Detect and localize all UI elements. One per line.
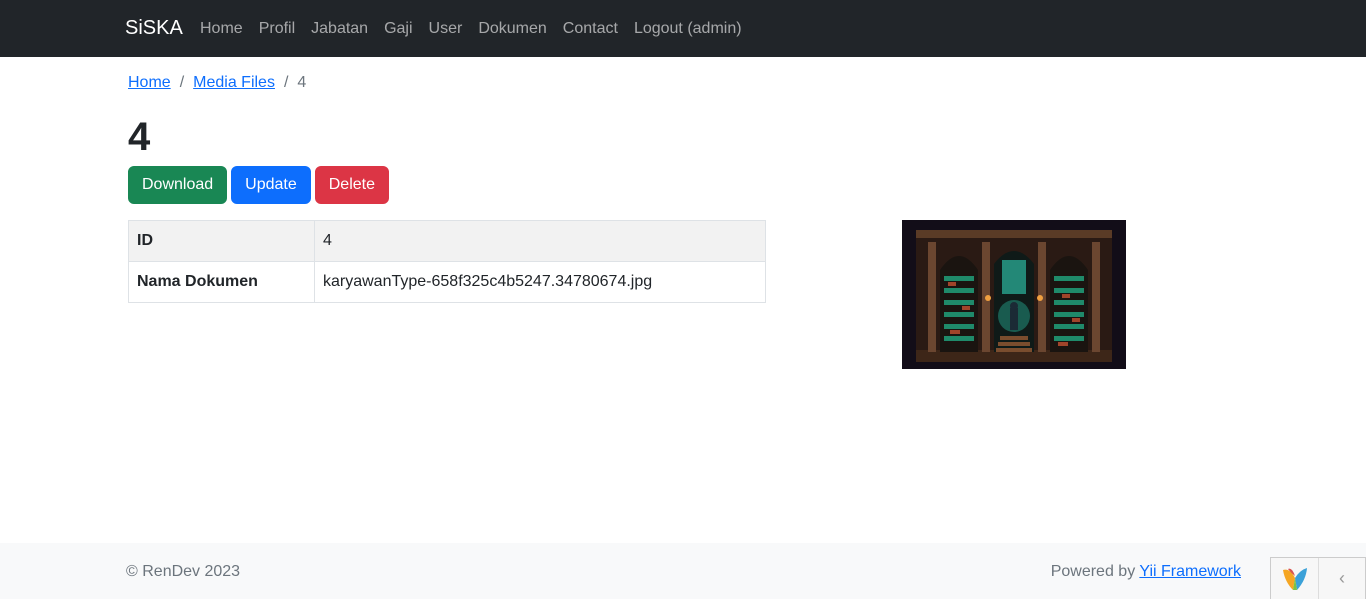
debug-toolbar: ‹ — [1270, 557, 1366, 599]
update-button[interactable]: Update — [231, 166, 311, 204]
action-buttons: Download Update Delete — [128, 166, 389, 204]
navbar: SiSKA Home Profil Jabatan Gaji User Doku… — [0, 0, 1366, 57]
library-illustration — [902, 220, 1126, 369]
detail-label: Nama Dokumen — [128, 261, 315, 303]
detail-table: ID 4 Nama Dokumen karyawanType-658f325c4… — [128, 220, 766, 303]
nav-item-profil[interactable]: Profil — [251, 20, 303, 38]
nav-item-jabatan[interactable]: Jabatan — [303, 20, 376, 38]
document-preview-image — [902, 220, 1126, 369]
nav-item-user[interactable]: User — [421, 20, 471, 38]
breadcrumb-media-files-link[interactable]: Media Files — [193, 74, 275, 92]
nav-item-dokumen[interactable]: Dokumen — [470, 20, 554, 38]
breadcrumb-current: 4 — [297, 74, 307, 91]
nav-item-gaji[interactable]: Gaji — [376, 20, 420, 38]
detail-value: karyawanType-658f325c4b5247.34780674.jpg — [314, 261, 766, 303]
footer-powered-by: Powered by Yii Framework — [1051, 563, 1241, 581]
footer: © RenDev 2023 Powered by Yii Framework — [0, 543, 1366, 599]
detail-label: ID — [128, 220, 315, 262]
nav-item-home[interactable]: Home — [192, 20, 251, 38]
nav-menu: Home Profil Jabatan Gaji User Dokumen Co… — [192, 0, 750, 57]
footer-copyright: © RenDev 2023 — [126, 563, 241, 580]
table-row: Nama Dokumen karyawanType-658f325c4b5247… — [128, 261, 766, 303]
breadcrumb-separator: / — [179, 74, 185, 91]
nav-item-contact[interactable]: Contact — [555, 20, 626, 38]
table-row: ID 4 — [128, 220, 766, 262]
download-button[interactable]: Download — [128, 166, 228, 204]
chevron-left-icon[interactable]: ‹ — [1319, 558, 1365, 599]
powered-by-label: Powered by — [1050, 563, 1136, 580]
page-title: 4 — [128, 115, 151, 159]
detail-value: 4 — [314, 220, 766, 262]
yii-framework-link[interactable]: Yii Framework — [1139, 563, 1241, 580]
breadcrumb-separator: / — [283, 74, 289, 91]
nav-item-logout[interactable]: Logout (admin) — [626, 20, 750, 38]
delete-button[interactable]: Delete — [314, 166, 389, 204]
brand-link[interactable]: SiSKA — [125, 17, 183, 40]
breadcrumb: Home / Media Files / 4 — [128, 72, 306, 94]
breadcrumb-home-link[interactable]: Home — [128, 74, 171, 92]
yii-logo-icon[interactable] — [1271, 558, 1319, 599]
